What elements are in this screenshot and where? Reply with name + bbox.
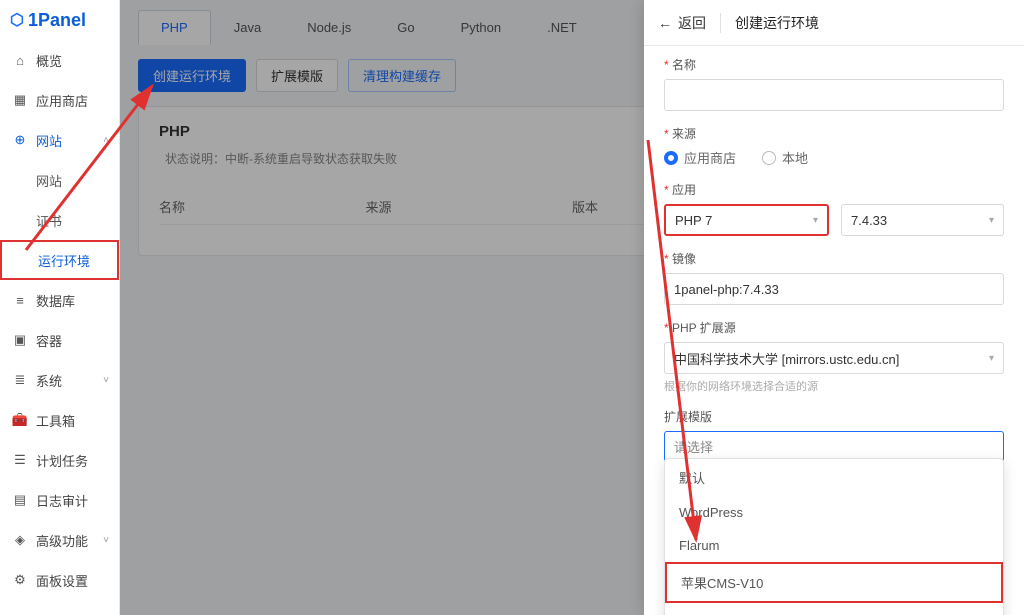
chevron-down-icon: ˅ xyxy=(103,375,109,386)
radio-icon xyxy=(762,151,776,165)
db-icon: ≡ xyxy=(12,292,28,308)
sidebar: ⬡ 1Panel ⌂概览 ▦应用商店 ⊕网站˄ 网站 证书 运行环境 ≡数据库 … xyxy=(0,0,120,615)
log-icon: ▤ xyxy=(12,492,28,508)
back-button[interactable]: ←返回 xyxy=(658,13,706,33)
field-source: 来源 应用商店 本地 xyxy=(664,125,1004,167)
field-extsrc: PHP 扩展源 中国科学技术大学 [mirrors.ustc.edu.cn]▾ … xyxy=(664,319,1004,394)
label-source: 来源 xyxy=(664,125,1004,142)
drawer: ←返回 创建运行环境 名称 来源 应用商店 本地 应用 PHP 7▾ 7.4.3… xyxy=(644,0,1024,615)
tab-go[interactable]: Go xyxy=(374,10,437,45)
chevron-down-icon: ▾ xyxy=(989,215,994,226)
app-select[interactable]: PHP 7▾ xyxy=(664,204,829,236)
label-extsrc: PHP 扩展源 xyxy=(664,319,1004,336)
tab-php[interactable]: PHP xyxy=(138,10,211,45)
grid-icon: ▦ xyxy=(12,92,28,108)
nav-overview[interactable]: ⌂概览 xyxy=(0,40,119,80)
calendar-icon: ☰ xyxy=(12,452,28,468)
nav-toolbox[interactable]: 🧰工具箱 xyxy=(0,400,119,440)
chevron-up-icon: ˄ xyxy=(103,135,109,146)
nav-logs[interactable]: ▤日志审计 xyxy=(0,480,119,520)
nav-appstore[interactable]: ▦应用商店 xyxy=(0,80,119,120)
template-dropdown: 默认 WordPress Flarum 苹果CMS-V10 SeaCMS xyxy=(664,458,1004,615)
field-name: 名称 xyxy=(664,56,1004,111)
tab-python[interactable]: Python xyxy=(438,10,524,45)
cube-icon: ▣ xyxy=(12,332,28,348)
drawer-header: ←返回 创建运行环境 xyxy=(644,0,1024,46)
toolbox-icon: 🧰 xyxy=(12,412,28,428)
extsrc-hint: 根据你的网络环境选择合适的源 xyxy=(664,378,1004,394)
app-version-select[interactable]: 7.4.33▾ xyxy=(841,204,1004,236)
radio-local[interactable]: 本地 xyxy=(762,148,808,167)
template-button[interactable]: 扩展模版 xyxy=(256,59,338,92)
nav-container[interactable]: ▣容器 xyxy=(0,320,119,360)
th-source: 来源 xyxy=(366,197,573,216)
nav-cert[interactable]: 证书 xyxy=(0,200,119,240)
nav-cron[interactable]: ☰计划任务 xyxy=(0,440,119,480)
layers-icon: ≣ xyxy=(12,372,28,388)
nav-premium[interactable]: ◈高级功能˅ xyxy=(0,520,119,560)
chevron-down-icon: ▾ xyxy=(813,215,818,226)
diamond-icon: ◈ xyxy=(12,532,28,548)
logo: ⬡ 1Panel xyxy=(0,0,119,36)
source-radio-group: 应用商店 本地 xyxy=(664,148,1004,167)
opt-default[interactable]: 默认 xyxy=(665,459,1003,496)
chevron-down-icon: ▾ xyxy=(989,353,994,364)
nav-database[interactable]: ≡数据库 xyxy=(0,280,119,320)
label-image: 镜像 xyxy=(664,250,1004,267)
th-name: 名称 xyxy=(159,197,366,216)
field-image: 镜像 xyxy=(664,250,1004,305)
tab-java[interactable]: Java xyxy=(211,10,284,45)
radio-icon xyxy=(664,151,678,165)
nav-settings[interactable]: ⚙面板设置 xyxy=(0,560,119,600)
opt-maccms[interactable]: 苹果CMS-V10 xyxy=(665,562,1003,603)
arrow-left-icon: ← xyxy=(658,15,672,31)
gear-icon: ⚙ xyxy=(12,572,28,588)
tab-node[interactable]: Node.js xyxy=(284,10,374,45)
nav: ⌂概览 ▦应用商店 ⊕网站˄ 网站 证书 运行环境 ≡数据库 ▣容器 ≣系统˅ … xyxy=(0,36,119,600)
opt-wordpress[interactable]: WordPress xyxy=(665,496,1003,529)
nav-runtime[interactable]: 运行环境 xyxy=(0,240,119,280)
radio-appstore[interactable]: 应用商店 xyxy=(664,148,736,167)
logo-icon: ⬡ xyxy=(10,10,24,30)
extsrc-select[interactable]: 中国科学技术大学 [mirrors.ustc.edu.cn]▾ xyxy=(664,342,1004,374)
create-runtime-button[interactable]: 创建运行环境 xyxy=(138,59,246,92)
name-input[interactable] xyxy=(664,79,1004,111)
opt-seacms[interactable]: SeaCMS xyxy=(665,603,1003,615)
nav-system[interactable]: ≣系统˅ xyxy=(0,360,119,400)
drawer-title: 创建运行环境 xyxy=(720,13,819,33)
label-app: 应用 xyxy=(664,181,1004,198)
tab-dotnet[interactable]: .NET xyxy=(524,10,600,45)
globe-icon: ⊕ xyxy=(12,132,28,148)
opt-flarum[interactable]: Flarum xyxy=(665,529,1003,562)
nav-website-group[interactable]: ⊕网站˄ xyxy=(0,120,119,160)
label-template: 扩展模版 xyxy=(664,408,1004,425)
chevron-down-icon: ˅ xyxy=(103,535,109,546)
home-icon: ⌂ xyxy=(12,52,28,68)
nav-website[interactable]: 网站 xyxy=(0,160,119,200)
field-template: 扩展模版 请选择 xyxy=(664,408,1004,462)
field-app: 应用 PHP 7▾ 7.4.33▾ xyxy=(664,181,1004,236)
label-name: 名称 xyxy=(664,56,1004,73)
clear-cache-button[interactable]: 清理构建缓存 xyxy=(348,59,456,92)
image-input[interactable] xyxy=(664,273,1004,305)
logo-text: 1Panel xyxy=(28,10,86,31)
